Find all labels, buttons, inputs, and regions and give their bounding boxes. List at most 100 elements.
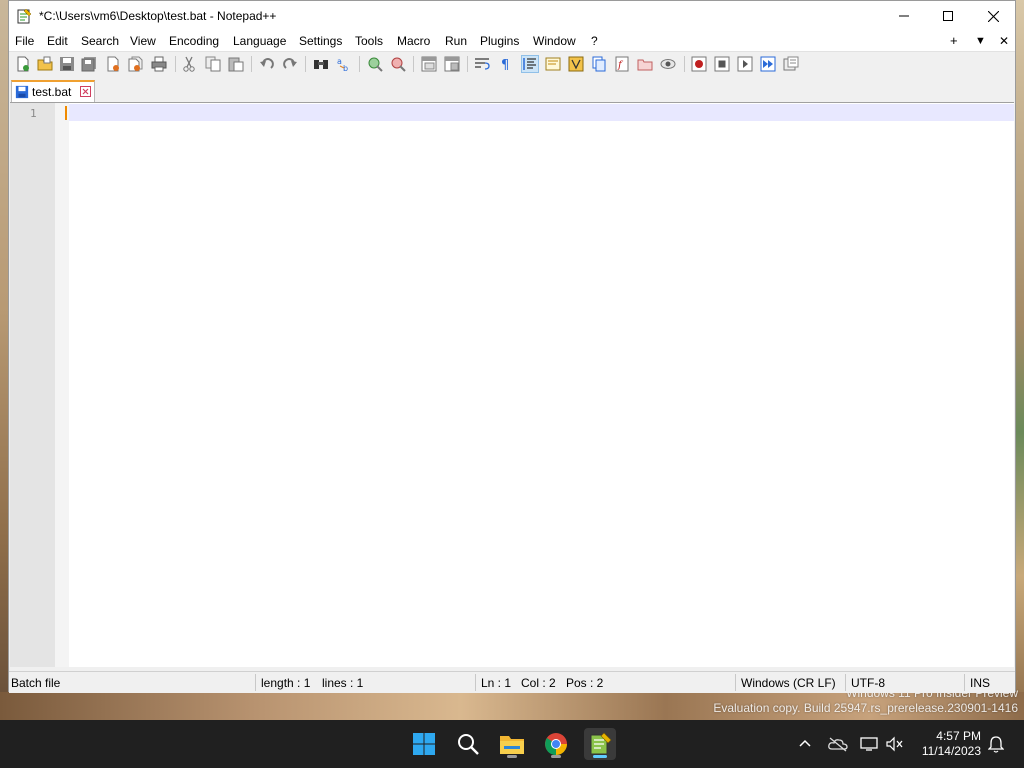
running-indicator	[551, 755, 561, 758]
close-document-icon[interactable]: ✕	[999, 34, 1009, 48]
new-tab-plus-icon[interactable]: +	[950, 33, 958, 48]
menu-language[interactable]: Language	[233, 34, 286, 48]
status-ln: Ln : 1	[481, 676, 512, 690]
status-divider	[255, 674, 256, 691]
cut-icon[interactable]	[181, 56, 197, 72]
notification-icon	[988, 736, 1004, 753]
sync-vertical-icon[interactable]	[421, 56, 437, 72]
sync-horizontal-icon[interactable]	[444, 56, 460, 72]
tab-list-dropdown-icon[interactable]: ▼	[975, 35, 986, 47]
toolbar-separator	[251, 56, 252, 72]
fold-margin[interactable]	[55, 103, 69, 667]
taskbar-chrome[interactable]	[540, 728, 572, 760]
text-editor[interactable]: 1	[10, 102, 1014, 667]
save-icon	[15, 85, 29, 99]
menu-search[interactable]: Search	[81, 34, 119, 48]
svg-text:a: a	[337, 57, 342, 66]
show-hidden-icons-button[interactable]	[795, 734, 815, 754]
maximize-button[interactable]	[925, 1, 971, 31]
onedrive-tray[interactable]	[828, 734, 848, 754]
chrome-icon	[545, 733, 567, 755]
watermark-line-2: Evaluation copy. Build 25947.rs_prerelea…	[713, 701, 1018, 715]
function-list-icon[interactable]: f	[614, 56, 630, 72]
save-all-icon[interactable]	[81, 56, 97, 72]
monitoring-icon[interactable]	[660, 56, 676, 72]
display-tray[interactable]	[859, 734, 879, 754]
start-icon	[413, 733, 435, 755]
play-macro-icon[interactable]	[737, 56, 753, 72]
menu-file[interactable]: File	[15, 34, 34, 48]
menu-encoding[interactable]: Encoding	[169, 34, 219, 48]
volume-mute-icon	[886, 736, 903, 752]
paste-icon[interactable]	[228, 56, 244, 72]
display-icon	[860, 737, 878, 751]
doc-list-icon[interactable]	[591, 56, 607, 72]
system-clock[interactable]: 4:57 PM 11/14/2023	[922, 729, 981, 759]
menu-bar: File Edit Search View Encoding Language …	[9, 31, 1015, 51]
copy-icon[interactable]	[205, 56, 221, 72]
show-all-chars-icon[interactable]: ¶	[498, 56, 514, 72]
toolbar-separator	[175, 56, 176, 72]
save-icon[interactable]	[59, 56, 75, 72]
window-title: *C:\Users\vm6\Desktop\test.bat - Notepad…	[39, 9, 277, 23]
taskbar: 4:57 PM 11/14/2023	[0, 720, 1024, 768]
notepadpp-window: *C:\Users\vm6\Desktop\test.bat - Notepad…	[8, 0, 1016, 693]
tab-label: test.bat	[32, 85, 72, 99]
tab-close-icon[interactable]	[80, 86, 91, 97]
menu-settings[interactable]: Settings	[299, 34, 342, 48]
save-macro-icon[interactable]	[783, 56, 799, 72]
menu-view[interactable]: View	[130, 34, 156, 48]
zoom-out-icon[interactable]	[390, 56, 406, 72]
minimize-button[interactable]	[881, 1, 927, 31]
menu-help[interactable]: ?	[591, 34, 598, 48]
menu-macro[interactable]: Macro	[397, 34, 430, 48]
print-icon[interactable]	[151, 56, 167, 72]
find-icon[interactable]	[313, 56, 329, 72]
menu-plugins[interactable]: Plugins	[480, 34, 519, 48]
folder-workspace-icon[interactable]	[637, 56, 653, 72]
stop-record-icon[interactable]	[714, 56, 730, 72]
status-encoding[interactable]: UTF-8	[851, 676, 885, 690]
notification-center-button[interactable]	[986, 734, 1006, 754]
close-all-icon[interactable]	[127, 56, 143, 72]
search-icon	[458, 734, 479, 755]
onedrive-icon	[828, 737, 848, 752]
start-button[interactable]	[408, 728, 440, 760]
redo-icon[interactable]	[282, 56, 298, 72]
menu-run[interactable]: Run	[445, 34, 467, 48]
status-pos: Pos : 2	[566, 676, 604, 690]
undo-icon[interactable]	[259, 56, 275, 72]
tab-test-bat[interactable]: test.bat	[11, 80, 95, 102]
tab-bar: test.bat	[9, 76, 1015, 102]
status-language: Batch file	[11, 676, 61, 690]
close-icon[interactable]	[105, 56, 121, 72]
menu-edit[interactable]: Edit	[47, 34, 68, 48]
status-divider	[845, 674, 846, 691]
menu-window[interactable]: Window	[533, 34, 576, 48]
open-file-icon[interactable]	[37, 56, 53, 72]
line-number: 1	[30, 107, 37, 120]
new-file-icon[interactable]	[15, 56, 31, 72]
status-insert-mode[interactable]: INS	[970, 676, 990, 690]
status-lines: lines : 1	[322, 676, 364, 690]
udl-icon[interactable]	[545, 56, 561, 72]
title-bar[interactable]: *C:\Users\vm6\Desktop\test.bat - Notepad…	[9, 1, 1015, 31]
taskbar-notepadpp[interactable]	[584, 728, 616, 760]
status-eol[interactable]: Windows (CR LF)	[741, 676, 836, 690]
replace-icon[interactable]: ab	[336, 56, 352, 72]
record-macro-icon[interactable]	[691, 56, 707, 72]
chevron-up-icon	[799, 739, 811, 747]
run-macro-multiple-icon[interactable]	[760, 56, 776, 72]
word-wrap-icon[interactable]	[474, 56, 490, 72]
zoom-in-icon[interactable]	[367, 56, 383, 72]
toolbar-separator	[684, 56, 685, 72]
close-button[interactable]	[970, 1, 1016, 31]
taskbar-file-explorer[interactable]	[496, 728, 528, 760]
menu-tools[interactable]: Tools	[355, 34, 383, 48]
indent-guide-icon[interactable]	[521, 55, 539, 73]
volume-tray[interactable]	[885, 734, 905, 754]
current-line-highlight	[69, 104, 1014, 121]
taskbar-search-button[interactable]	[452, 728, 484, 760]
close-icon	[987, 10, 999, 22]
doc-map-icon[interactable]	[568, 56, 584, 72]
